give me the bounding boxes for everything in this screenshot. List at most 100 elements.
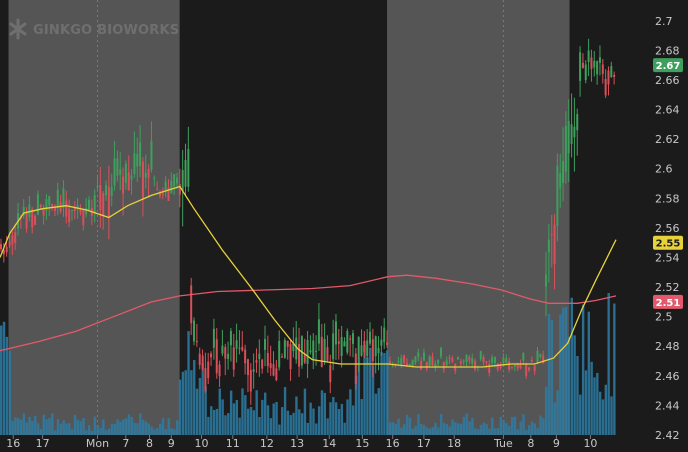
candle-body [116,158,119,176]
volume-bar [263,392,267,435]
y-tick-label: 2.58 [655,192,680,205]
ginkgo-logo: GINKGO BIOWORKS [9,18,179,40]
volume-bar [283,387,287,435]
volume-bar [567,336,571,435]
candle-body [175,177,178,184]
candle-body [99,185,102,211]
y-tick-label: 2.54 [655,251,680,264]
candle-body [593,60,596,68]
candle-body [150,140,153,170]
candle-body [190,285,193,324]
candle-body [141,161,144,199]
volume-bar [53,430,57,435]
volume-bar [476,429,480,435]
candle-body [82,210,85,225]
volume-bar [377,388,380,435]
candle-body [371,339,374,362]
volume-bar [31,420,34,435]
volume-bar [181,371,185,435]
volume-bar [235,400,239,435]
candle-body [195,341,198,343]
volume-bar [76,419,80,435]
volume-bar [110,424,114,435]
volume-bar [153,429,156,435]
candle-body [553,224,556,264]
volume-bar [25,422,28,435]
volume-bar [79,421,82,435]
candle-body [491,357,494,363]
volume-bar [351,405,355,435]
volume-bar [323,392,327,435]
candle-body [210,353,213,358]
volume-bar [215,408,219,435]
stock-chart[interactable]: 2.42 2.44 2.46 2.48 2.5 2.52 2.54 2.56 2.58 2.6 2.… [0,0,688,452]
volume-bar [510,417,514,435]
volume-bar [5,336,9,435]
volume-bar [281,407,284,435]
volume-bar [107,428,111,435]
y-tick-label: 2.5 [655,311,673,324]
volume-bar [448,426,451,435]
candle-body [147,169,150,178]
candle-body [246,359,249,376]
candle-body [357,336,360,359]
volume-bar [139,413,142,435]
candle-body [522,353,525,361]
volume-bar [127,414,131,435]
candle-body [343,341,346,347]
candle-body [261,359,264,369]
candle-body [607,70,610,85]
volume-bar [579,394,582,435]
volume-bar [255,390,258,435]
candle-body [508,361,511,370]
volume-bar [471,418,474,435]
candle-body [570,124,573,145]
candle-body [130,175,133,180]
volume-bar [422,425,426,435]
volume-bar [391,422,395,435]
volume-bar [397,418,400,435]
candle-body [369,331,372,344]
volume-bar [14,417,17,435]
volume-bar [11,420,14,435]
candle-body [493,356,496,364]
volume-bar [465,413,468,435]
volume-bar [508,425,511,435]
volume-bar [439,414,443,435]
volume-bar [337,409,341,435]
volume-bar [252,410,256,435]
candle-body [87,199,90,210]
volume-bar [295,396,298,435]
volume-bar [224,415,227,435]
candle-body [14,232,17,243]
volume-bar [68,423,71,435]
volume-bar [590,361,593,435]
volume-bar [73,414,77,435]
y-tick-label: 2.46 [655,370,680,383]
volume-bar [522,414,525,435]
y-tick-label: 2.56 [655,222,680,235]
candle-body [533,365,536,372]
candle-body [139,142,142,166]
candle-body [56,189,59,209]
volume-bar [559,314,562,435]
candle-body [65,200,68,217]
volume-bar [187,331,190,435]
candle-body [198,353,201,366]
candle-body [400,358,403,365]
volume-bar [218,388,221,435]
candle-body [448,357,451,359]
candle-body [178,184,181,195]
candle-body [303,354,306,363]
y-tick-label: 2.66 [655,74,680,87]
volume-bar [417,414,420,435]
candle-body [485,361,488,364]
volume-bar [193,359,196,435]
volume-bar [482,422,485,435]
candle-body [68,209,71,223]
chart-canvas[interactable]: 2.42 2.44 2.46 2.48 2.5 2.52 2.54 2.56 2.58 2.6 2.… [0,0,688,452]
candle-body [93,195,96,214]
candle-body [153,177,156,179]
volume-bar [369,347,372,435]
current-price-tag: 2.67 [656,61,681,72]
